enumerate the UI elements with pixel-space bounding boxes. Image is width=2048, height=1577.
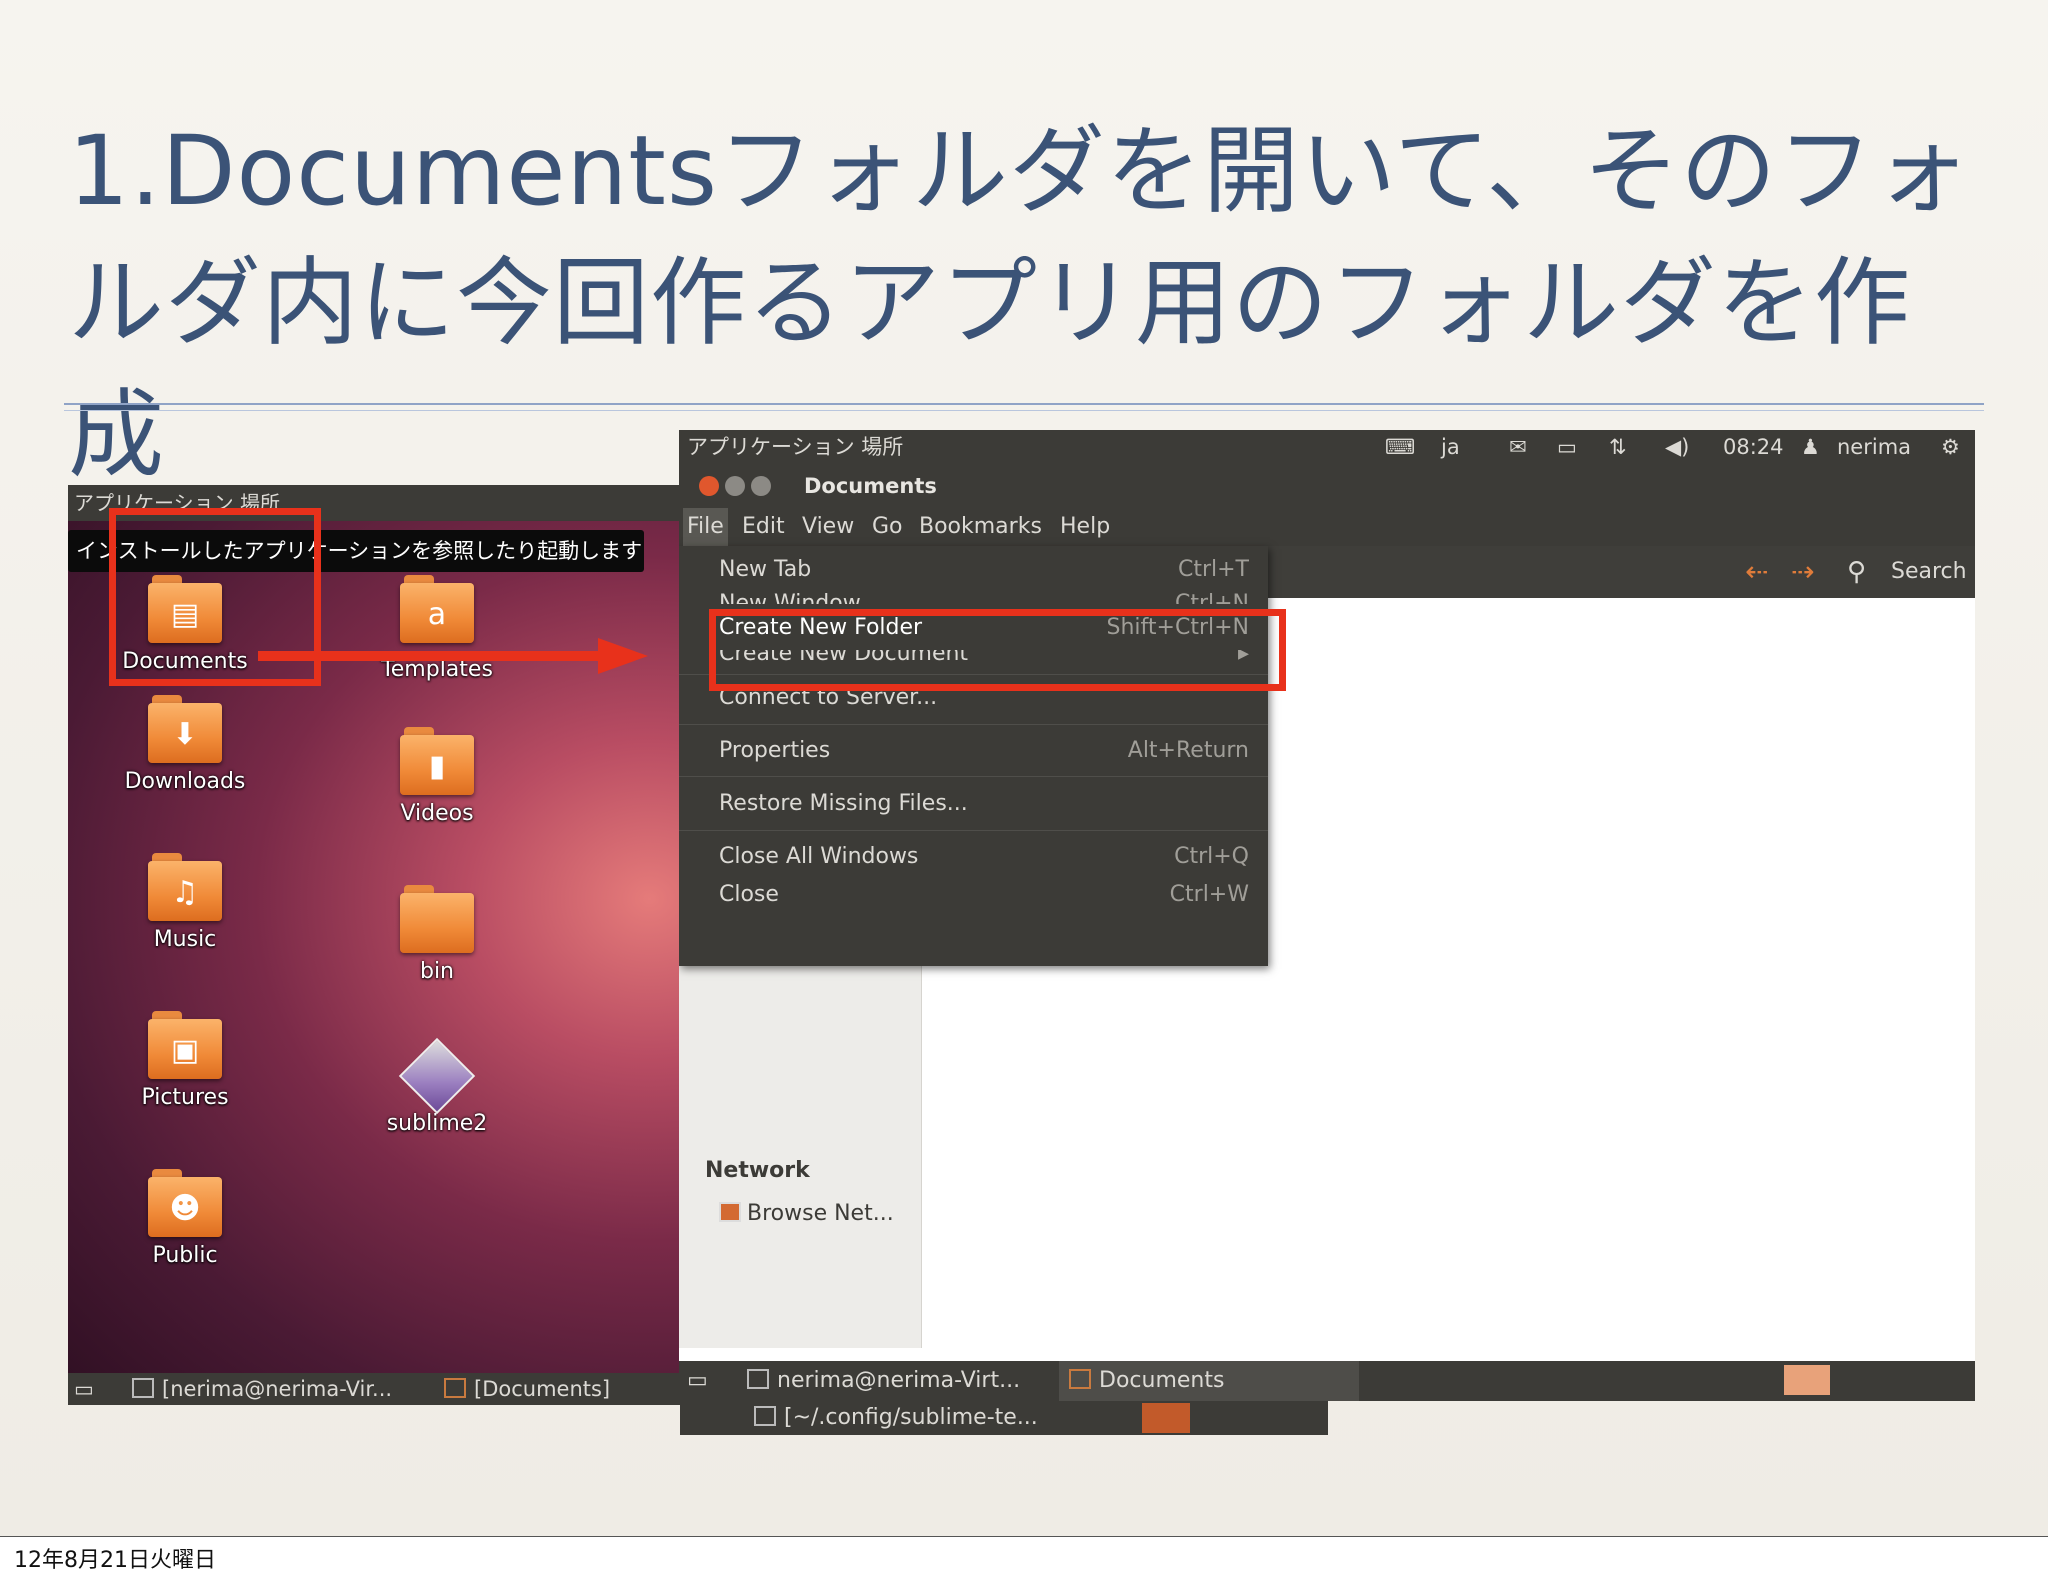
footer-bar [0,1536,2048,1577]
videos-folder-icon: ▮ [400,727,474,797]
menu-separator [679,724,1268,725]
taskbar-item-sublime[interactable]: [~/.config/sublime-te... [754,1401,1038,1435]
sidebar-section-network: Network [705,1158,810,1183]
folder-icon [444,1378,466,1398]
menu-bookmarks[interactable]: Bookmarks [915,508,1046,546]
maximize-icon[interactable] [751,476,771,496]
menubar: File Edit View Go Bookmarks Help [679,508,1975,546]
user-name[interactable]: nerima [1837,430,1911,464]
desktop-icon-label: Music [153,927,217,952]
title-divider [64,403,1984,405]
mail-icon[interactable]: ✉ [1509,430,1527,464]
desktop-icon-label: Public [152,1243,218,1268]
search-icon[interactable]: ⚲ [1847,546,1866,598]
workspace-switcher[interactable] [1142,1403,1190,1433]
window-titlebar[interactable]: Documents [679,464,1975,508]
menu-item-close[interactable]: Close Ctrl+W [719,877,1249,913]
minimize-icon[interactable] [725,476,745,496]
desktop-icon-music[interactable]: ♫ Music [100,853,270,952]
desktop-icon-downloads[interactable]: ⬇ Downloads [100,695,270,794]
highlight-create-folder-box [709,609,1286,691]
search-button[interactable]: Search [1891,546,1967,598]
bottom-taskbar: ▭ nerima@nerima-Virt... Documents [679,1361,1975,1401]
desktop-icon-bin[interactable]: bin [352,885,522,984]
templates-folder-icon: a [400,575,474,645]
forward-arrow-icon[interactable]: ⇢ [1791,546,1814,598]
annotation-arrow [258,638,648,674]
window-title: Documents [804,474,937,498]
desktop-icon-videos[interactable]: ▮ Videos [352,727,522,826]
nautilus-screenshot: アプリケーション 場所 ⌨ ja ✉ ▭ ⇅ ◀) 08:24 ♟ nerima… [679,430,1975,1401]
taskbar-item-terminal[interactable]: nerima@nerima-Virt... [747,1361,1020,1401]
terminal-icon [747,1369,769,1389]
desktop-icon-sublime2[interactable]: sublime2 [352,1037,522,1136]
sidebar-item-browse-network[interactable]: Browse Net... [719,1201,894,1226]
battery-icon[interactable]: ▭ [1557,430,1577,464]
desktop-icon-public[interactable]: ☻ Public [100,1169,270,1268]
menu-item-properties[interactable]: Properties Alt+Return [719,733,1249,769]
pictures-folder-icon: ▣ [148,1011,222,1081]
taskbar-item-documents[interactable]: Documents [1059,1361,1359,1401]
menu-item-new-tab[interactable]: New Tab Ctrl+T [719,552,1249,588]
top-panel-menu[interactable]: アプリケーション 場所 [687,430,903,464]
user-icon[interactable]: ♟ [1801,430,1820,464]
menu-item-restore-missing-files[interactable]: Restore Missing Files... [719,786,1249,822]
menu-edit[interactable]: Edit [738,508,789,546]
music-folder-icon: ♫ [148,853,222,923]
menu-go[interactable]: Go [868,508,907,546]
network-folder-icon [719,1202,741,1222]
left-taskbar-extension: [~/.config/sublime-te... [680,1401,1328,1435]
gear-icon[interactable]: ⚙ [1941,430,1960,464]
desktop-icon-label: bin [419,959,455,984]
top-panel: アプリケーション 場所 ⌨ ja ✉ ▭ ⇅ ◀) 08:24 ♟ nerima… [679,430,1975,464]
editor-icon [754,1406,776,1426]
menu-item-new-window[interactable]: New Window Ctrl+N [719,586,1249,604]
menu-item-close-all-windows[interactable]: Close All Windows Ctrl+Q [719,839,1249,875]
taskbar-item-terminal[interactable]: [nerima@nerima-Vir... [132,1373,392,1405]
menu-separator [679,830,1268,831]
terminal-icon [132,1378,154,1398]
keyboard-icon[interactable]: ⌨ [1385,430,1415,464]
workspace-switcher[interactable] [1784,1365,1830,1395]
taskbar-item-documents[interactable]: [Documents] [444,1373,610,1405]
desktop-icon-label: Videos [400,801,474,826]
desktop-icon-label: Downloads [124,769,246,794]
menu-view[interactable]: View [798,508,858,546]
menu-file[interactable]: File [683,508,728,546]
footer-date: 12年8月21日火曜日 [14,1548,216,1573]
bottom-taskbar: ▭ [nerima@nerima-Vir... [Documents] [68,1373,680,1405]
back-arrow-icon[interactable]: ⇠ [1745,546,1768,598]
keyboard-layout[interactable]: ja [1441,430,1460,464]
title-divider-thin [64,410,1984,411]
desktop-icon-label: Pictures [141,1085,229,1110]
folder-icon [400,885,474,955]
downloads-folder-icon: ⬇ [148,695,222,765]
show-desktop-icon[interactable]: ▭ [687,1361,708,1401]
clock[interactable]: 08:24 [1723,430,1784,464]
menu-help[interactable]: Help [1056,508,1114,546]
network-icon[interactable]: ⇅ [1609,430,1627,464]
close-icon[interactable] [699,476,719,496]
sublime-shortcut-icon [398,1037,476,1115]
menu-separator [679,776,1268,777]
desktop-icon-pictures[interactable]: ▣ Pictures [100,1011,270,1110]
show-desktop-icon[interactable]: ▭ [74,1373,94,1405]
public-folder-icon: ☻ [148,1169,222,1239]
volume-icon[interactable]: ◀) [1665,430,1689,464]
desktop-icon-label: sublime2 [386,1111,488,1136]
folder-icon [1069,1369,1091,1389]
